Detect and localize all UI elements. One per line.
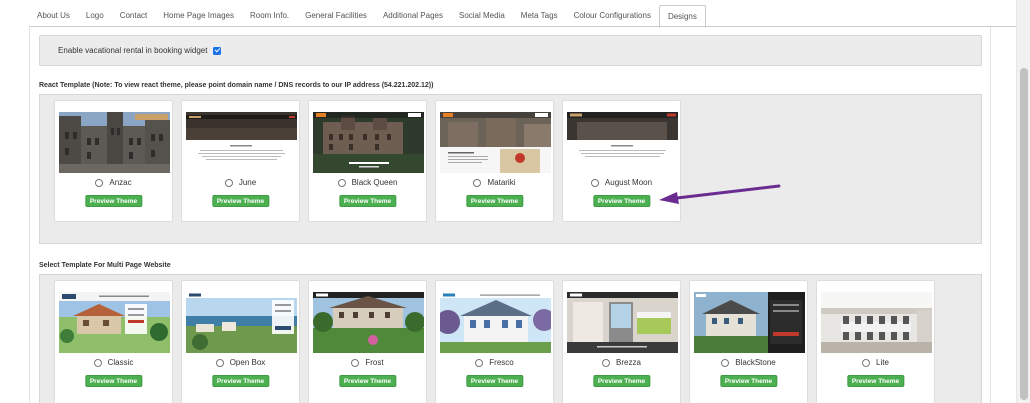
template-thumbnail-fresco bbox=[440, 292, 551, 353]
template-option-black-queen[interactable]: Black Queen bbox=[309, 178, 426, 187]
vertical-scrollbar[interactable] bbox=[1016, 0, 1030, 403]
preview-theme-button-august-moon[interactable]: Preview Theme bbox=[592, 195, 651, 207]
radio-icon[interactable] bbox=[475, 358, 484, 367]
template-label-classic: Classic bbox=[107, 358, 134, 367]
radio-icon[interactable] bbox=[337, 178, 346, 187]
template-option-classic[interactable]: Classic bbox=[55, 358, 172, 367]
template-option-open-box[interactable]: Open Box bbox=[182, 358, 299, 367]
template-option-frost[interactable]: Frost bbox=[309, 358, 426, 367]
preview-theme-button-matariki[interactable]: Preview Theme bbox=[465, 195, 524, 207]
tab-room-info[interactable]: Room Info. bbox=[242, 5, 297, 27]
template-card-classic: Classic Preview Theme bbox=[54, 280, 173, 403]
template-label-blackstone: BlackStone bbox=[735, 358, 776, 367]
radio-icon[interactable] bbox=[862, 358, 871, 367]
template-label-open-box: Open Box bbox=[229, 358, 266, 367]
template-option-fresco[interactable]: Fresco bbox=[436, 358, 553, 367]
multi-page-template-panel: Classic Preview Theme Open Box Preview T… bbox=[39, 274, 982, 403]
template-label-june: June bbox=[238, 178, 257, 187]
template-card-fresco: Fresco Preview Theme bbox=[435, 280, 554, 403]
preview-theme-button-anzac[interactable]: Preview Theme bbox=[84, 195, 143, 207]
template-option-matariki[interactable]: Matariki bbox=[436, 178, 553, 187]
template-label-fresco: Fresco bbox=[489, 358, 514, 367]
template-thumbnail-august-moon bbox=[567, 112, 678, 173]
tab-designs[interactable]: Designs bbox=[658, 5, 706, 28]
template-option-june[interactable]: June bbox=[182, 178, 299, 187]
template-label-brezza: Brezza bbox=[616, 358, 641, 367]
template-label-matariki: Matariki bbox=[487, 178, 516, 187]
preview-theme-button-june[interactable]: Preview Theme bbox=[211, 195, 270, 207]
preview-theme-button-open-box[interactable]: Preview Theme bbox=[211, 375, 270, 387]
template-card-black-queen: Black Queen Preview Theme bbox=[308, 100, 427, 222]
radio-icon[interactable] bbox=[215, 358, 224, 367]
radio-icon[interactable] bbox=[473, 178, 482, 187]
template-thumbnail-brezza bbox=[567, 292, 678, 353]
preview-theme-button-lite[interactable]: Preview Theme bbox=[846, 375, 905, 387]
scrollbar-thumb[interactable] bbox=[1020, 68, 1028, 400]
template-card-anzac: Anzac Preview Theme bbox=[54, 100, 173, 222]
template-thumbnail-lite bbox=[821, 292, 932, 353]
tab-meta-tags[interactable]: Meta Tags bbox=[513, 5, 566, 27]
tab-social-media[interactable]: Social Media bbox=[451, 5, 513, 27]
radio-icon[interactable] bbox=[721, 358, 730, 367]
radio-icon[interactable] bbox=[351, 358, 360, 367]
template-thumbnail-blackstone bbox=[694, 292, 805, 353]
template-card-open-box: Open Box Preview Theme bbox=[181, 280, 300, 403]
template-option-blackstone[interactable]: BlackStone bbox=[690, 358, 807, 367]
template-label-lite: Lite bbox=[876, 358, 889, 367]
vacation-rental-row: Enable vacational rental in booking widg… bbox=[39, 35, 982, 66]
template-label-anzac: Anzac bbox=[109, 178, 132, 187]
radio-icon[interactable] bbox=[602, 358, 611, 367]
template-label-frost: Frost bbox=[365, 358, 384, 367]
template-card-june: June Preview Theme bbox=[181, 100, 300, 222]
tab-home-page-images[interactable]: Home Page Images bbox=[155, 5, 242, 27]
tab-logo[interactable]: Logo bbox=[78, 5, 112, 27]
preview-theme-button-frost[interactable]: Preview Theme bbox=[338, 375, 397, 387]
tab-colour-configurations[interactable]: Colour Configurations bbox=[566, 5, 659, 27]
template-thumbnail-matariki bbox=[440, 112, 551, 173]
tab-general-facilities[interactable]: General Facilities bbox=[297, 5, 375, 27]
react-template-panel: Anzac Preview Theme June Preview Theme B… bbox=[39, 94, 982, 244]
preview-theme-button-black-queen[interactable]: Preview Theme bbox=[338, 195, 397, 207]
template-thumbnail-anzac bbox=[59, 112, 170, 173]
arrow-icon bbox=[659, 184, 781, 204]
template-thumbnail-frost bbox=[313, 292, 424, 353]
designs-content: Enable vacational rental in booking widg… bbox=[29, 27, 991, 403]
tab-additional-pages[interactable]: Additional Pages bbox=[375, 5, 451, 27]
template-thumbnail-black-queen bbox=[313, 112, 424, 173]
preview-theme-button-blackstone[interactable]: Preview Theme bbox=[719, 375, 778, 387]
vacation-rental-label: Enable vacational rental in booking widg… bbox=[58, 46, 208, 55]
preview-theme-button-classic[interactable]: Preview Theme bbox=[84, 375, 143, 387]
checkbox-checked-icon[interactable] bbox=[213, 46, 222, 55]
template-option-lite[interactable]: Lite bbox=[817, 358, 934, 367]
template-label-august-moon: August Moon bbox=[604, 178, 653, 187]
template-option-brezza[interactable]: Brezza bbox=[563, 358, 680, 367]
template-card-lite: Lite Preview Theme bbox=[816, 280, 935, 403]
template-card-blackstone: BlackStone Preview Theme bbox=[689, 280, 808, 403]
template-option-anzac[interactable]: Anzac bbox=[55, 178, 172, 187]
tab-bar: About Us Logo Contact Home Page Images R… bbox=[29, 5, 706, 28]
template-label-black-queen: Black Queen bbox=[351, 178, 398, 187]
template-card-matariki: Matariki Preview Theme bbox=[435, 100, 554, 222]
radio-icon[interactable] bbox=[95, 178, 104, 187]
template-thumbnail-open-box bbox=[186, 292, 297, 353]
tab-about-us[interactable]: About Us bbox=[29, 5, 78, 27]
preview-theme-button-fresco[interactable]: Preview Theme bbox=[465, 375, 524, 387]
template-card-frost: Frost Preview Theme bbox=[308, 280, 427, 403]
radio-icon[interactable] bbox=[224, 178, 233, 187]
designs-page: About Us Logo Contact Home Page Images R… bbox=[0, 0, 1030, 403]
radio-icon[interactable] bbox=[590, 178, 599, 187]
template-thumbnail-classic bbox=[59, 292, 170, 353]
react-section-title: React Template (Note: To view react them… bbox=[39, 82, 434, 89]
radio-icon[interactable] bbox=[93, 358, 102, 367]
template-card-brezza: Brezza Preview Theme bbox=[562, 280, 681, 403]
template-thumbnail-june bbox=[186, 112, 297, 173]
multi-page-section-title: Select Template For Multi Page Website bbox=[39, 262, 171, 269]
preview-theme-button-brezza[interactable]: Preview Theme bbox=[592, 375, 651, 387]
tab-contact[interactable]: Contact bbox=[112, 5, 156, 27]
